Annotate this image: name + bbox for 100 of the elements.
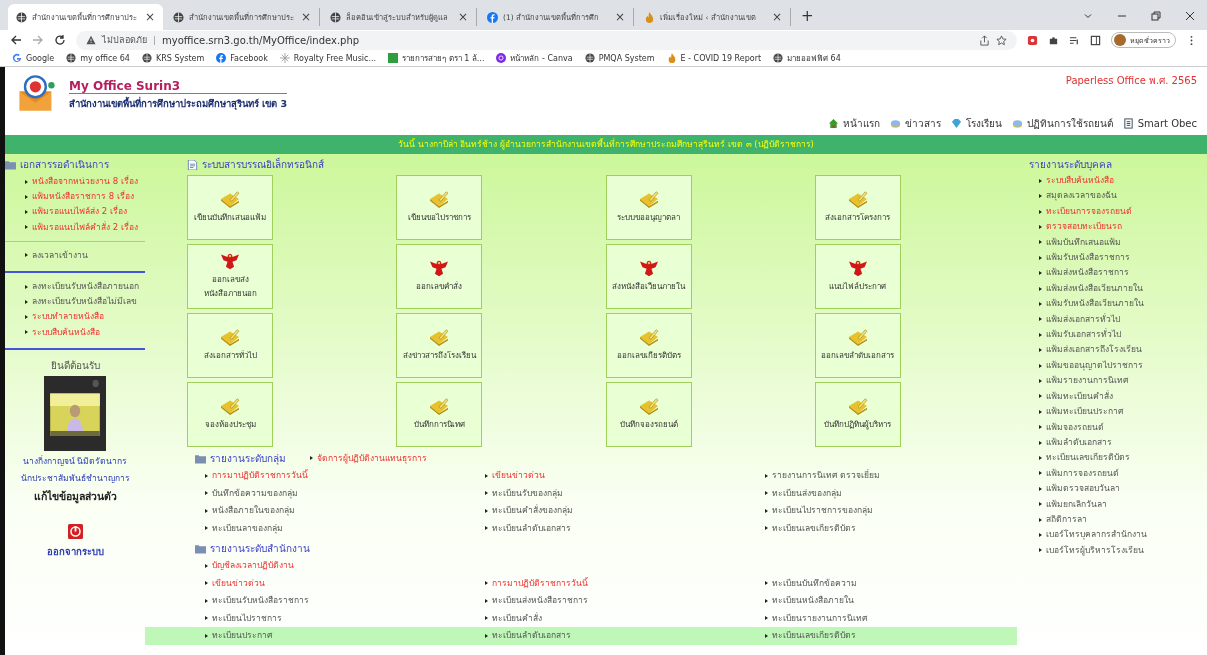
sidebar-link[interactable]: แฟ้มรับหนังสือราชการ xyxy=(1029,250,1207,266)
sidebar-link[interactable]: แฟ้มบันทึกเสนอแฟ้ม xyxy=(1029,234,1207,251)
sidebar-link[interactable]: ทะเบียนการจองรถยนต์ xyxy=(1029,203,1207,220)
menu-tile[interactable]: บันทึกปฏิทินผู้บริหาร xyxy=(815,382,901,447)
report-link[interactable]: ทะเบียนประกาศ xyxy=(205,628,485,644)
close-icon[interactable]: × xyxy=(300,10,311,24)
sidebar-link[interactable]: แฟ้มทะเบียนประกาศ xyxy=(1029,404,1207,420)
menu-tile[interactable]: บันทึกการนิเทศ xyxy=(396,382,483,447)
report-link[interactable]: ทะเบียนส่งของกลุ่ม xyxy=(765,485,1017,501)
report-link[interactable]: ทะเบียนคำสั่งของกลุ่ม xyxy=(485,503,765,519)
menu-tile[interactable]: ออกเลขส่ง หนังสือภายนอก xyxy=(187,244,273,309)
sidebar-link[interactable]: ลงเวลาเข้างาน xyxy=(25,247,145,263)
puzzle-icon[interactable] xyxy=(1048,34,1059,46)
report-link[interactable]: ทะเบียนไปราชการ xyxy=(205,610,485,626)
menu-tile[interactable]: ส่งเอกสารทั่วไป xyxy=(187,313,273,378)
sidebar-link[interactable]: แฟ้มทะเบียนคำสั่ง xyxy=(1029,388,1207,405)
report-link[interactable]: เขียนข่าวด่วน xyxy=(485,468,765,484)
close-icon[interactable]: × xyxy=(771,10,782,24)
sidebar-link[interactable]: สถิติการลา xyxy=(1029,511,1207,528)
nav-link[interactable]: Smart Obec xyxy=(1122,116,1197,131)
logout-link[interactable]: ออกจากระบบ xyxy=(5,543,145,559)
sidebar-link[interactable]: สมุดลงเวลาของฉัน xyxy=(1029,188,1207,204)
sidebar-link[interactable]: แฟ้มยกเลิกวันลา xyxy=(1029,496,1207,512)
bookmark[interactable]: มายออฟฟิศ 64 xyxy=(773,51,841,65)
report-link[interactable]: ทะเบียนลาของกลุ่ม xyxy=(205,520,485,536)
share-icon[interactable] xyxy=(979,34,990,46)
restore-icon[interactable] xyxy=(1151,11,1161,21)
report-link[interactable]: ทะเบียนลำดับเอกสาร xyxy=(485,520,765,536)
sidebar-icon[interactable] xyxy=(1090,34,1101,46)
report-link[interactable]: ทะเบียนเลขเกียรติบัตร xyxy=(765,628,1017,644)
sidebar-link[interactable]: แฟ้มส่งเอกสารถึงโรงเรียน xyxy=(1029,342,1207,358)
report-link[interactable]: ทะเบียนลำดับเอกสาร xyxy=(485,628,765,644)
sidebar-link[interactable]: ลงทะเบียนรับหนังสือภายนอก xyxy=(25,279,145,295)
new-tab-button[interactable]: + xyxy=(793,7,822,30)
report-link[interactable]: ทะเบียนรับหนังสือราชการ xyxy=(205,593,485,609)
report-link[interactable]: ทะเบียนส่งหนังสือราชการ xyxy=(485,593,765,609)
bookmark[interactable]: หน้าหลัก - Canva xyxy=(496,51,573,65)
sidebar-link[interactable]: แฟ้มรับหนังสือเวียนภายใน xyxy=(1029,296,1207,312)
reload-icon[interactable] xyxy=(54,34,66,46)
report-link[interactable]: ทะเบียนไปราชการของกลุ่ม xyxy=(765,503,1017,519)
bookmark[interactable]: รายการสายๆ ตรา 1 ล้... xyxy=(388,51,485,65)
sidebar-link[interactable]: เบอร์โทรผู้บริหารโรงเรียน xyxy=(1029,542,1207,559)
bookmark[interactable]: my office 64 xyxy=(66,53,130,63)
nav-link[interactable]: โรงเรียน xyxy=(950,116,1002,131)
sidebar-link[interactable]: แฟ้มจองรถยนต์ xyxy=(1029,419,1207,435)
bookmark[interactable]: KRS System xyxy=(141,53,205,63)
close-icon[interactable] xyxy=(1185,11,1195,21)
sidebar-link[interactable]: แฟ้มการจองรถยนต์ xyxy=(1029,465,1207,482)
report-link[interactable]: บันทึกข้อความของกลุ่ม xyxy=(205,485,485,501)
bookmark[interactable]: E - COVID 19 Report xyxy=(666,53,762,63)
extension-icon[interactable] xyxy=(1027,34,1038,46)
sidebar-link[interactable]: แฟ้มรายงานการนิเทศ xyxy=(1029,373,1207,389)
bookmark[interactable]: Facebook xyxy=(216,53,268,63)
sidebar-link[interactable]: เบอร์โทรบุคลากรสำนักงาน xyxy=(1029,527,1207,543)
sidebar-link[interactable]: แฟ้มขออนุญาตไปราชการ xyxy=(1029,357,1207,374)
sidebar-link[interactable]: แฟ้มตรวจสอบวันลา xyxy=(1029,481,1207,497)
report-link[interactable]: การมาปฏิบัติราชการวันนี้ xyxy=(485,575,765,591)
menu-tile[interactable]: ออกเลขลำดับเอกสาร xyxy=(815,313,901,378)
sidebar-link[interactable]: แฟ้มส่งหนังสือราชการ xyxy=(1029,265,1207,281)
chevron-down-icon[interactable] xyxy=(1083,11,1093,21)
close-icon[interactable]: × xyxy=(144,10,155,24)
report-link[interactable]: รายงานการนิเทศ ตรวจเยี่ยม xyxy=(765,468,1017,484)
close-icon[interactable]: × xyxy=(614,10,625,24)
report-link[interactable]: ทะเบียนรับของกลุ่ม xyxy=(485,485,765,501)
sidebar-link[interactable]: แฟ้มรอแนบไฟล์คำสั่ง 2 เรื่อง xyxy=(25,219,145,235)
edit-profile-link[interactable]: แก้ไขข้อมูลส่วนตัว xyxy=(5,487,145,505)
report-link[interactable]: ทะเบียนหนังสือภายใน xyxy=(765,593,1017,609)
report-link[interactable]: หนังสือภายในของกลุ่ม xyxy=(205,503,485,519)
sidebar-link[interactable]: ระบบทำลายหนังสือ xyxy=(25,309,145,325)
nav-link[interactable]: หน้าแรก xyxy=(827,116,880,131)
menu-tile[interactable]: ออกเลขคำสั่ง xyxy=(396,244,483,309)
sidebar-link[interactable]: ตรวจสอบทะเบียนรถ xyxy=(1029,219,1207,235)
bookmark[interactable]: Google xyxy=(12,53,55,63)
sidebar-link[interactable]: แฟ้มรับเอกสารทั่วไป xyxy=(1029,327,1207,343)
sidebar-link[interactable]: แฟ้มส่งหนังสือเวียนภายใน xyxy=(1029,280,1207,297)
menu-tile[interactable]: ส่งเอกสารโครงการ xyxy=(815,175,901,240)
sidebar-link[interactable]: แฟ้มส่งเอกสารทั่วไป xyxy=(1029,311,1207,328)
sidebar-link[interactable]: ลงทะเบียนรับหนังสือไม่มีเลข xyxy=(25,294,145,310)
menu-tile[interactable]: ออกเลขเกียรติบัตร xyxy=(605,313,692,378)
menu-tile[interactable]: แนบไฟล์ประกาศ xyxy=(815,244,901,309)
menu-tile[interactable]: ส่งข่าวสารถึงโรงเรียน xyxy=(396,313,483,378)
sidebar-link[interactable]: แฟ้มลำดับเอกสาร xyxy=(1029,434,1207,451)
menu-tile[interactable]: จองห้องประชุม xyxy=(187,382,273,447)
nav-link[interactable]: ปฏิทินการใช้รถยนต์ xyxy=(1011,116,1113,131)
power-icon[interactable] xyxy=(67,522,83,540)
menu-tile[interactable]: เขียนขอไปราชการ xyxy=(396,175,483,240)
address-bar[interactable]: ไม่ปลอดภัย | myoffice.srn3.go.th/MyOffice/index.php xyxy=(76,30,1017,50)
nav-link[interactable]: ข่าวสาร xyxy=(889,116,941,131)
manage-link[interactable]: จัดการผู้ปฏิบัติงานแทนธุรการ xyxy=(310,450,427,467)
media-icon[interactable] xyxy=(1069,34,1080,46)
menu-tile[interactable]: ส่งหนังสือเวียนภายใน xyxy=(605,244,692,309)
report-link[interactable]: บัญชีลงเวลาปฏิบัติงาน xyxy=(205,558,485,574)
close-icon[interactable]: × xyxy=(457,10,468,24)
report-link[interactable]: ทะเบียนบันทึกข้อความ xyxy=(765,575,1017,591)
menu-tile[interactable]: เขียนบันทึกเสนอแฟ้ม xyxy=(187,175,273,240)
report-link[interactable]: เขียนข่าวด่วน xyxy=(205,575,485,591)
bookmark[interactable]: Royalty Free Music... xyxy=(279,53,377,63)
sidebar-link[interactable]: ทะเบียนเลขเกียรติบัตร xyxy=(1029,450,1207,466)
back-icon[interactable] xyxy=(10,34,22,46)
star-icon[interactable] xyxy=(996,34,1007,46)
